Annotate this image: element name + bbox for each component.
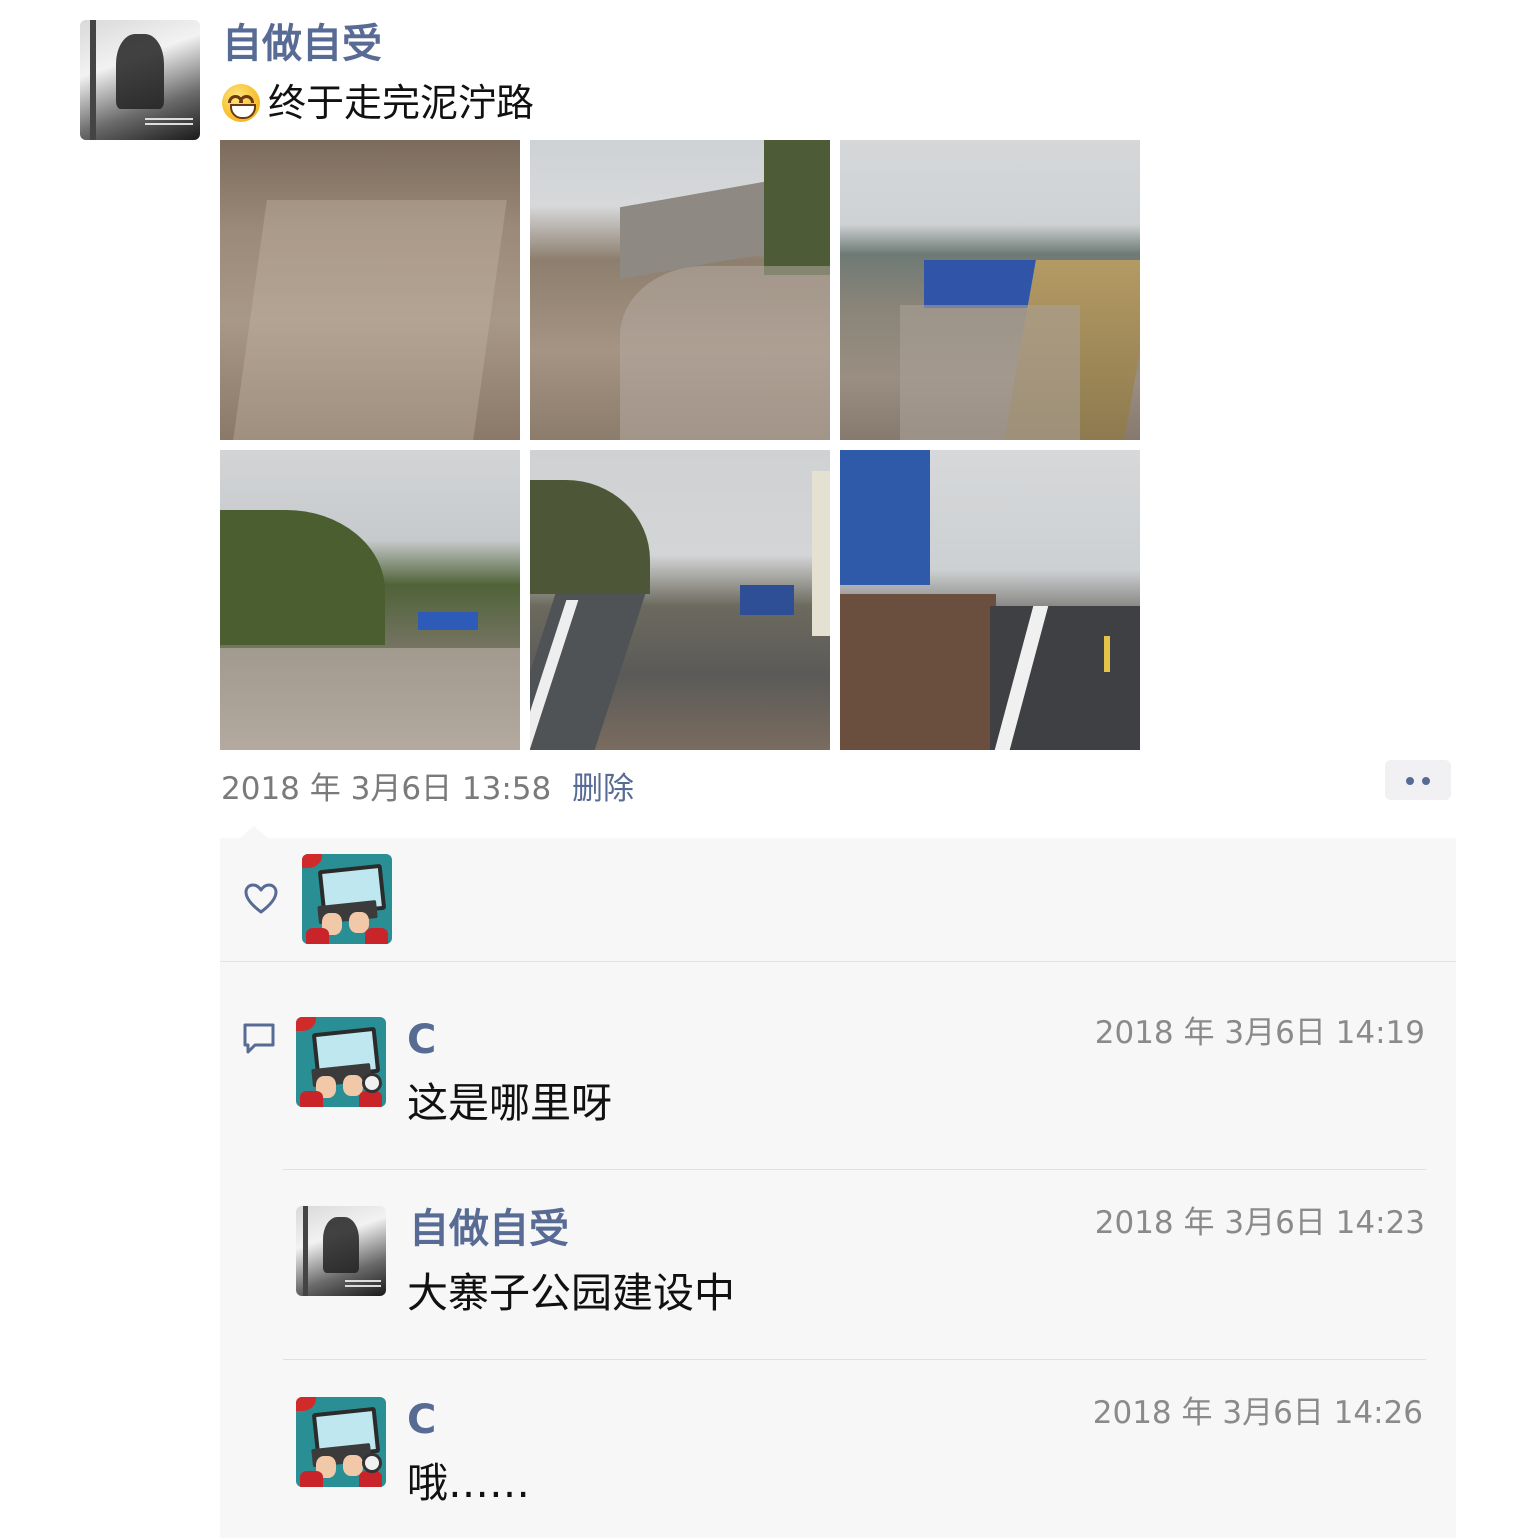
post-text-content: 终于走完泥泞路	[268, 81, 535, 125]
likes-divider	[220, 961, 1456, 962]
comment-text[interactable]: 大寨子公园建设中	[407, 1273, 735, 1314]
more-dots-icon	[1406, 777, 1414, 785]
more-dots-icon	[1422, 777, 1430, 785]
comment-divider	[283, 1359, 1426, 1360]
comment-time: 2018 年 3月6日 14:19	[1094, 1015, 1425, 1051]
comment-time: 2018 年 3月6日 14:26	[1092, 1395, 1423, 1431]
grinning-face-emoji-icon	[222, 84, 260, 122]
post-author-name[interactable]: 自做自受	[222, 24, 382, 64]
comment-text[interactable]: 哦……	[407, 1463, 530, 1504]
comment-icon	[240, 1020, 278, 1058]
more-button[interactable]	[1385, 760, 1451, 800]
post-photo-5[interactable]	[530, 450, 830, 750]
post-photo-6[interactable]	[840, 450, 1140, 750]
post-author-avatar[interactable]	[80, 20, 200, 140]
like-user-avatar[interactable]	[302, 854, 392, 944]
interaction-panel	[220, 838, 1456, 1538]
post-text: 终于走完泥泞路	[222, 84, 534, 122]
comment-author[interactable]: C	[407, 1020, 436, 1060]
post-timestamp: 2018 年 3月6日 13:58	[221, 771, 552, 807]
heart-icon	[243, 882, 279, 916]
post-photo-2[interactable]	[530, 140, 830, 440]
comment-avatar[interactable]	[296, 1397, 386, 1487]
comment-time: 2018 年 3月6日 14:23	[1094, 1205, 1425, 1241]
post-photo-4[interactable]	[220, 450, 520, 750]
delete-link[interactable]: 删除	[572, 763, 634, 808]
comment-author[interactable]: C	[407, 1400, 436, 1440]
panel-pointer	[240, 826, 268, 838]
comment-avatar[interactable]	[296, 1206, 386, 1296]
comment-avatar[interactable]	[296, 1017, 386, 1107]
comment-text[interactable]: 这是哪里呀	[407, 1083, 612, 1124]
post-photo-3[interactable]	[840, 140, 1140, 440]
comment-author[interactable]: 自做自受	[409, 1209, 569, 1249]
comment-divider	[283, 1169, 1426, 1170]
post-photo-1[interactable]	[220, 140, 520, 440]
